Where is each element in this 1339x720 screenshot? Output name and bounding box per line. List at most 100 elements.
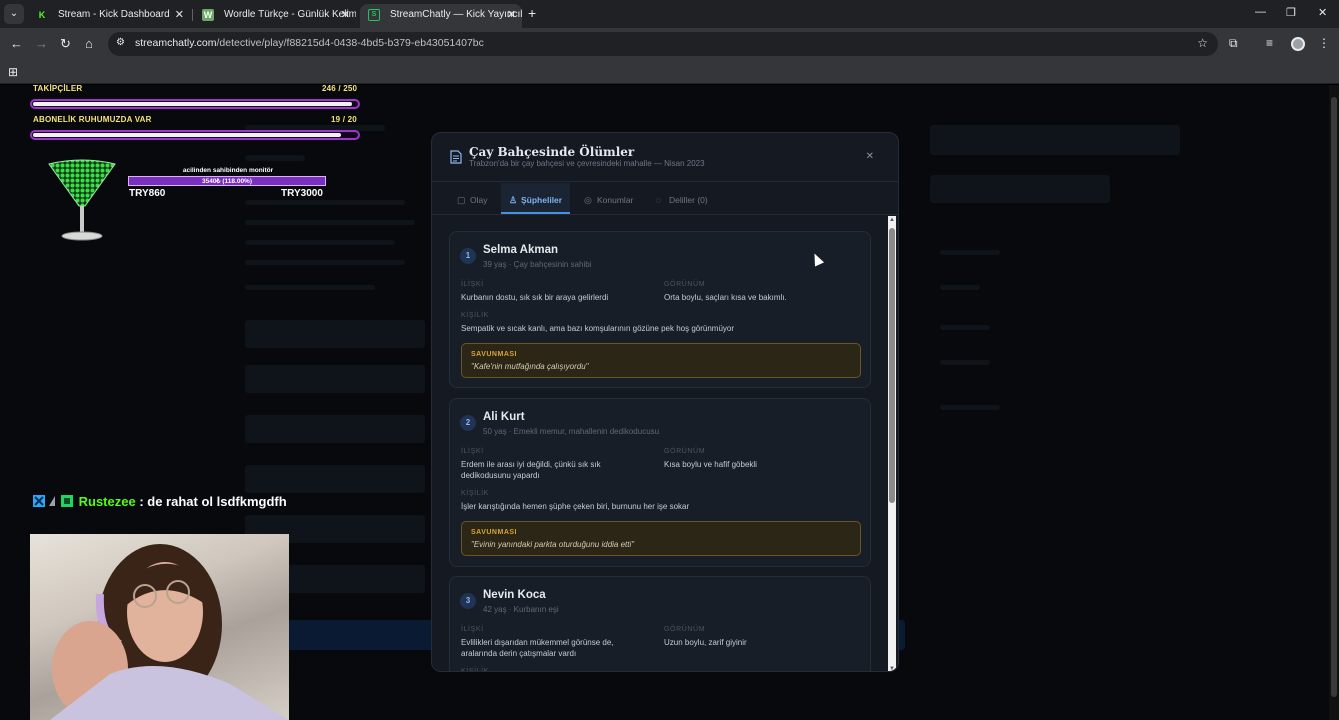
url-text[interactable]: streamchatly.com/detective/play/f88215d4… [135, 37, 484, 49]
case-modal: Çay Bahçesinde Ölümler Trabzon'da bir ça… [431, 132, 899, 672]
scroll-thumb[interactable] [889, 228, 895, 503]
browser-tab-kick[interactable]: K Stream - Kick Dashboard ✕ [28, 4, 190, 28]
suspect-card: 1 Selma Akman 39 yaş · Çay bahçesinin sa… [449, 231, 871, 388]
browser-tabbar: ⌄ K Stream - Kick Dashboard ✕ W Wordle T… [0, 0, 1339, 28]
bookmark-star-icon[interactable]: ☆ [1197, 36, 1208, 50]
users-icon: ♙ [509, 195, 518, 205]
chat-text: : de rahat ol lsdfkmgdfh [139, 494, 287, 509]
chat-username: Rustezee [78, 494, 136, 509]
media-control-icon[interactable]: ≡ [1266, 36, 1273, 50]
appearance-label: GÖRÜNÜM [664, 626, 706, 633]
defense-label: SAVUNMASI [471, 529, 517, 536]
site-info-icon[interactable]: ⚙ [116, 37, 125, 48]
cocktail-glass-icon [48, 159, 116, 241]
suspect-meta: 39 yaş · Çay bahçesinin sahibi [483, 260, 592, 269]
home-icon[interactable]: ⌂ [85, 36, 93, 51]
reload-icon[interactable]: ↻ [60, 36, 71, 52]
apps-grid-icon[interactable]: ⊞ [8, 65, 18, 79]
close-icon[interactable]: ✕ [866, 151, 874, 162]
appearance-label: GÖRÜNÜM [664, 281, 706, 288]
appearance-value: Orta boylu, saçları kısa ve bakımlı. [664, 293, 787, 302]
tab-title: Stream - Kick Dashboard [58, 9, 170, 20]
browser-tab-streamchatly[interactable]: S StreamChatly — Kick Yayıncıları ✕ [360, 4, 522, 28]
tab-olay[interactable]: ▢ Olay [457, 183, 487, 214]
subs-label: ABONELİK RUHUMUZDA VAR [33, 115, 152, 124]
appearance-value: Uzun boylu, zarif giyinir [664, 638, 747, 647]
defense-value: "Kafe'nin mutfağında çalışıyordu" [471, 362, 589, 371]
tab-title: StreamChatly — Kick Yayıncıları [390, 9, 522, 20]
relation-label: İLİŞKİ [461, 626, 484, 633]
goal-target: TRY3000 [281, 188, 323, 199]
modal-scrollbar[interactable]: ▲ ▼ [888, 216, 896, 671]
bookmarks-bar: ⊞ [0, 60, 1339, 84]
webcam-feed [30, 534, 289, 720]
new-tab-icon[interactable]: + [528, 5, 536, 21]
followers-progress-bar [30, 99, 360, 109]
defense-label: SAVUNMASI [471, 351, 517, 358]
back-icon[interactable]: ← [10, 36, 23, 51]
goal-current: TRY860 [129, 188, 166, 199]
browser-menu-icon[interactable]: ⋮ [1318, 36, 1330, 50]
tab-deliller[interactable]: ◌ Deliller (0) [656, 183, 708, 214]
tab-search-chevron-icon[interactable]: ⌄ [4, 4, 24, 24]
subs-progress-bar [30, 130, 360, 140]
chat-message: Rustezee : de rahat ol lsdfkmgdfh [33, 492, 293, 512]
appearance-value: Kısa boylu ve hafif göbekli [664, 460, 757, 469]
document-icon [450, 150, 462, 164]
defense-box: SAVUNMASI "Evinin yanındaki parkta oturd… [461, 521, 861, 556]
extensions-icon[interactable]: ⧉ [1229, 36, 1238, 51]
personality-label: KİŞİLİK [461, 312, 489, 319]
followers-count: 246 / 250 [322, 84, 358, 93]
tab-supheliler[interactable]: ♙ Şüpheliler [501, 183, 571, 214]
defense-value: "Evinin yanındaki parkta oturduğunu iddi… [471, 540, 635, 549]
window-close-icon[interactable]: ✕ [1318, 6, 1327, 19]
streamchatly-favicon-icon: S [368, 9, 380, 21]
personality-value: İşler karıştığında hemen şüphe çeken bir… [461, 502, 690, 511]
relation-value: Kurbanın dostu, sık sık bir araya gelirl… [461, 293, 609, 302]
suspect-name: Nevin Koca [483, 589, 546, 601]
modal-subtitle: Trabzon'da bir çay bahçesi ve çevresinde… [469, 159, 705, 168]
relation-label: İLİŞKİ [461, 281, 484, 288]
suspect-name: Selma Akman [483, 244, 558, 256]
subs-count: 19 / 20 [331, 115, 357, 124]
scroll-up-icon[interactable]: ▲ [889, 217, 895, 223]
suspect-card: 3 Nevin Koca 42 yaş · Kurbanın eşi İLİŞK… [449, 576, 871, 672]
tab-title: Wordle Türkçe - Günlük Kelime [224, 9, 356, 20]
suspect-card: 2 Ali Kurt 50 yaş · Emekli memur, mahall… [449, 398, 871, 567]
personality-label: KİŞİLİK [461, 490, 489, 497]
restore-icon[interactable]: ❐ [1286, 6, 1296, 19]
tab-close-icon[interactable]: ✕ [341, 4, 350, 26]
tab-close-icon[interactable]: ✕ [175, 4, 184, 26]
tab-konumlar[interactable]: ◎ Konumlar [584, 183, 633, 214]
tab-close-icon[interactable]: ✕ [507, 4, 516, 26]
modal-title: Çay Bahçesinde Ölümler [469, 145, 635, 159]
defense-box: SAVUNMASI "Kafe'nin mutfağında çalışıyor… [461, 343, 861, 378]
appearance-label: GÖRÜNÜM [664, 448, 706, 455]
suspect-number: 2 [460, 415, 476, 431]
kick-favicon-icon: K [38, 10, 46, 20]
browser-toolbar: ← → ↻ ⌂ ⚙ streamchatly.com/detective/pla… [0, 28, 1339, 60]
wordle-favicon-icon: W [202, 9, 214, 21]
book-icon: ▢ [457, 195, 466, 205]
suspect-meta: 50 yaş · Emekli memur, mahallenin dediko… [483, 427, 660, 436]
browser-tab-wordle[interactable]: W Wordle Türkçe - Günlük Kelime ✕ [194, 4, 356, 28]
suspect-number: 3 [460, 593, 476, 609]
modal-header: Çay Bahçesinde Ölümler Trabzon'da bir ça… [432, 133, 898, 182]
address-bar[interactable]: ⚙ streamchatly.com/detective/play/f88215… [108, 32, 1218, 56]
suspect-meta: 42 yaş · Kurbanın eşi [483, 605, 559, 614]
personality-value: Sempatik ve sıcak kanlı, ama bazı komşul… [461, 324, 735, 333]
forward-icon[interactable]: → [35, 36, 48, 51]
relation-value: Erdem ile arası iyi değildi, çünkü sık s… [461, 460, 601, 480]
followers-label: TAKİPÇİLER [33, 84, 83, 93]
suspect-name: Ali Kurt [483, 411, 525, 423]
page-scrollbar[interactable] [1329, 85, 1339, 720]
profile-avatar[interactable] [1291, 37, 1305, 51]
personality-label: KİŞİLİK [461, 668, 489, 672]
relation-label: İLİŞKİ [461, 448, 484, 455]
goal-progress-bar: 3540₺ (118.00%) [128, 176, 326, 186]
chat-badges-icon [33, 495, 73, 507]
minimize-icon[interactable]: — [1255, 6, 1266, 18]
goal-title: acilinden sahibinden monitör [182, 167, 274, 174]
suspect-number: 1 [460, 248, 476, 264]
modal-tabs: ▢ Olay ♙ Şüpheliler ◎ Konumlar ◌ Deliller (0… [432, 183, 898, 215]
